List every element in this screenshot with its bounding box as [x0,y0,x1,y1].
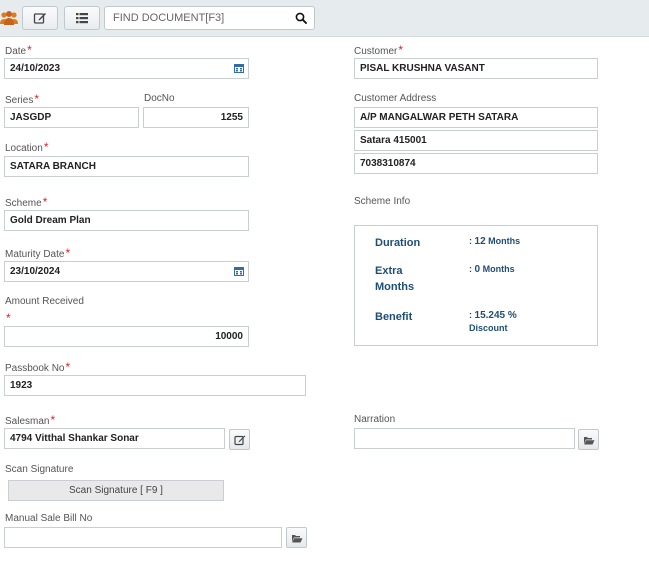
users-icon[interactable] [0,9,18,27]
manual-sale-bill-field[interactable] [4,527,282,548]
manual-sale-bill-browse-button[interactable] [286,527,307,548]
calendar-icon[interactable] [233,62,245,74]
series-label: Series* [5,92,40,106]
duration-label: Duration [375,237,421,249]
edit-icon [233,435,245,445]
salesman-label: Salesman* [5,413,56,427]
duration-value: : 12 Months [469,236,521,247]
narration-field[interactable] [354,428,575,449]
list-button[interactable] [64,6,100,30]
customer-label: Customer* [354,43,404,57]
passbook-no-field[interactable]: 1923 [4,375,306,396]
toolbar [0,0,649,37]
find-document-input[interactable] [105,7,291,29]
docno-field[interactable]: 1255 [143,107,249,128]
edit-icon [33,13,46,24]
edit-button[interactable] [22,6,58,30]
narration-label: Narration [354,414,396,425]
customer-address-line3[interactable]: 7038310874 [354,153,598,174]
salesman-edit-button[interactable] [229,429,250,450]
passbook-no-label: Passbook No* [5,360,71,374]
docno-label: DocNo [144,93,175,104]
customer-address-label: Customer Address [354,93,437,104]
location-field[interactable]: SATARA BRANCH [4,156,249,177]
scheme-field[interactable]: Gold Dream Plan [4,210,249,231]
date-label: Date* [5,43,32,57]
amount-received-field[interactable]: 10000 [4,326,249,347]
narration-browse-button[interactable] [578,429,599,450]
benefit-label: Benefit [375,311,413,323]
calendar-icon[interactable] [233,265,245,277]
scan-signature-button[interactable]: Scan Signature [ F9 ] [8,480,224,501]
folder-open-icon [583,436,594,444]
scheme-label: Scheme* [5,195,48,209]
date-field[interactable]: 24/10/2023 [4,58,249,79]
manual-sale-bill-label: Manual Sale Bill No [5,513,93,524]
customer-field[interactable]: PISAL KRUSHNA VASANT [354,58,598,79]
extra-months-value: : 0 Months [469,264,515,275]
scheme-info-label: Scheme Info [354,196,411,207]
location-label: Location* [5,140,49,154]
amount-required-mark: * [6,311,11,325]
customer-address-line1[interactable]: A/P MANGALWAR PETH SATARA [354,107,598,128]
list-icon [76,13,88,24]
find-document-search [104,6,315,30]
scheme-info-box: Duration : 12 Months Extra Months : 0 Mon… [354,225,598,346]
search-icon[interactable] [295,12,307,24]
salesman-field[interactable]: 4794 Vitthal Shankar Sonar [4,428,225,449]
extra-months-label: Extra Months [375,265,415,293]
series-field[interactable]: JASGDP [4,107,139,128]
customer-address-line2[interactable]: Satara 415001 [354,130,598,151]
amount-received-label: Amount Received [5,296,84,307]
folder-open-icon [291,534,302,542]
maturity-date-label: Maturity Date* [5,246,71,260]
maturity-date-field[interactable]: 23/10/2024 [4,261,249,282]
benefit-value: : 15.245 % Discount [469,310,517,333]
scan-signature-label: Scan Signature [5,464,74,475]
